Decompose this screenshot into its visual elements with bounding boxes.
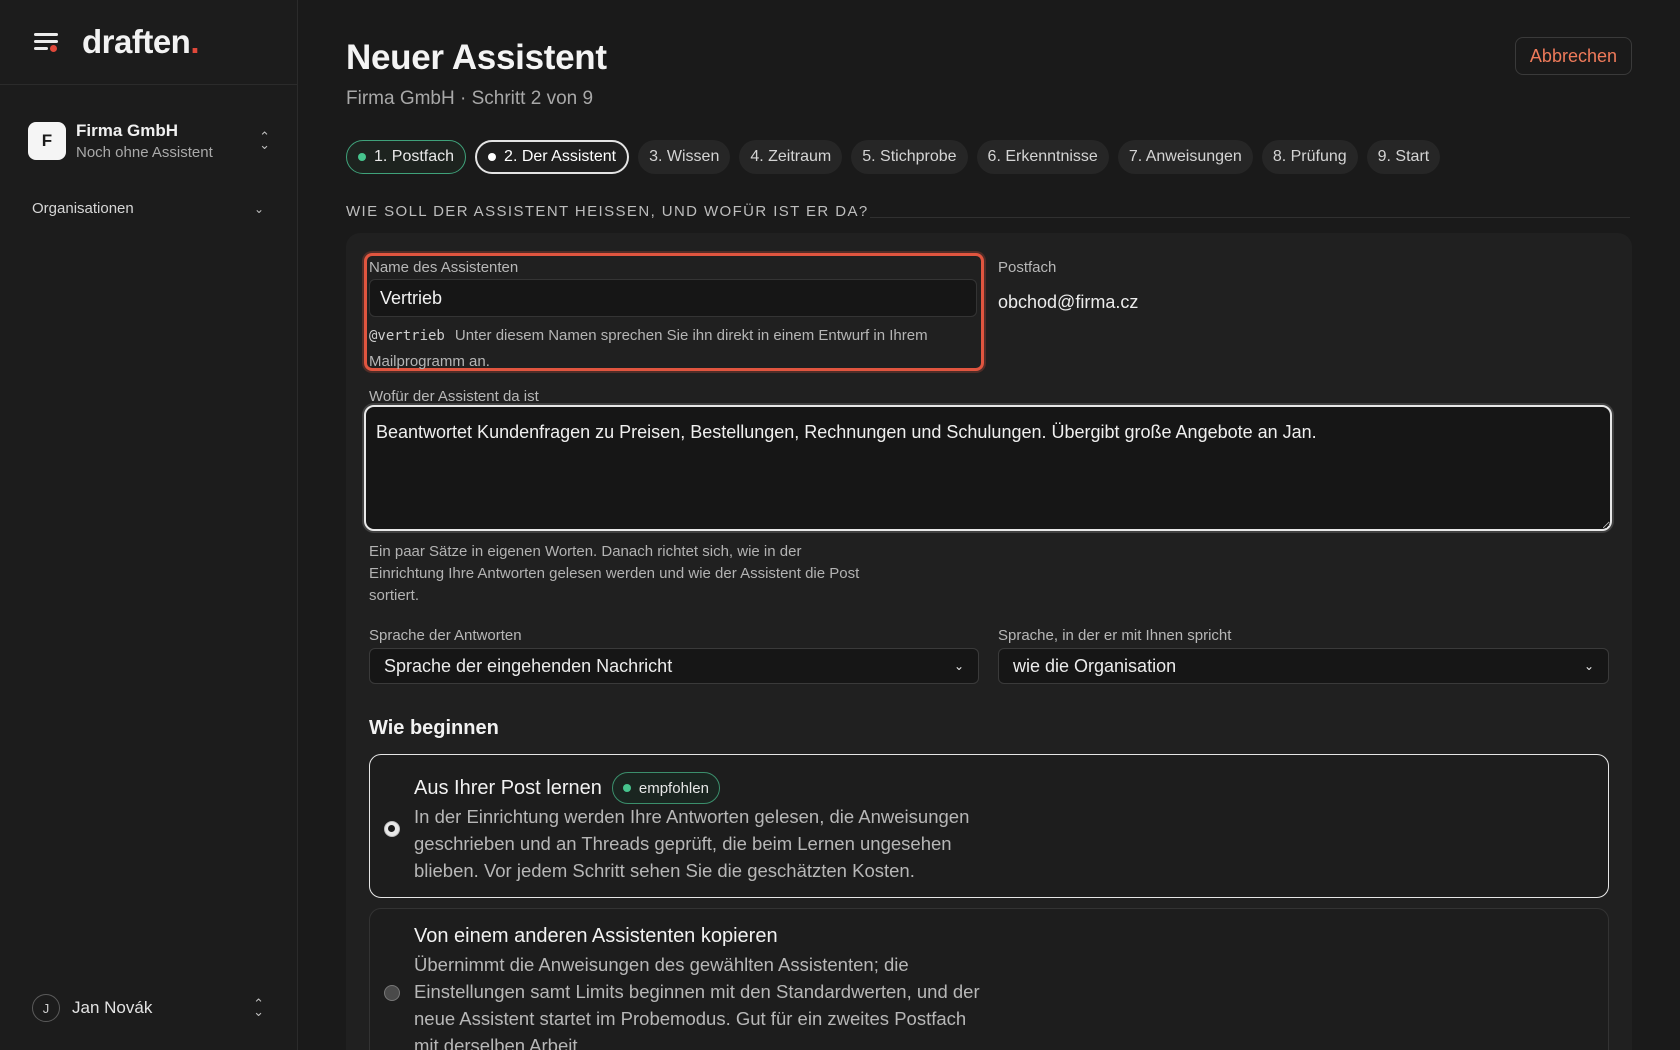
- page-subtitle: Firma GmbH · Schritt 2 von 9: [346, 88, 594, 109]
- user-name: Jan Novák: [72, 998, 153, 1017]
- purpose-textarea[interactable]: Beantwortet Kundenfragen zu Preisen, Bes…: [364, 405, 1612, 531]
- mailbox-value: obchod@firma.cz: [998, 292, 1139, 312]
- status-dot-icon: [358, 153, 366, 161]
- mailbox-label: Postfach: [998, 259, 1057, 276]
- option-title: Von einem anderen Assistenten kopieren: [414, 925, 778, 947]
- option-description: Übernimmt die Anweisungen des gewählten …: [414, 954, 980, 1050]
- reply-language-label: Sprache der Antworten: [369, 627, 522, 644]
- org-switcher[interactable]: F Firma GmbH Noch ohne Assistent ⌃ ⌄: [28, 118, 270, 164]
- radio-selected[interactable]: [384, 821, 400, 837]
- option-copy-assistant[interactable]: Von einem anderen Assistenten kopieren Ü…: [369, 908, 1609, 1050]
- org-subtitle: Noch ohne Assistent: [76, 144, 213, 161]
- chevron-up-down-icon: ⌃ ⌄: [253, 996, 264, 1019]
- chevron-down-icon: ⌄: [253, 201, 264, 216]
- step-erkenntnisse[interactable]: 6. Erkenntnisse: [976, 140, 1109, 174]
- step-pruefung[interactable]: 8. Prüfung: [1261, 140, 1358, 174]
- radio-unselected[interactable]: [384, 985, 400, 1001]
- chevron-down-icon: ⌄: [953, 659, 964, 673]
- reply-language-select[interactable]: Sprache der eingehenden Nachricht ⌄: [369, 648, 979, 684]
- talk-language-select[interactable]: wie die Organisation ⌄: [998, 648, 1609, 684]
- brand-row: draften.: [0, 0, 297, 85]
- option-description: In der Einrichtung werden Ihre Antworten…: [414, 806, 970, 881]
- step-start[interactable]: 9. Start: [1366, 140, 1441, 174]
- step-wissen[interactable]: 3. Wissen: [638, 140, 731, 174]
- step-zeitraum[interactable]: 4. Zeitraum: [739, 140, 843, 174]
- name-label: Name des Assistenten: [369, 259, 519, 276]
- name-hint-text: Unter diesem Namen sprechen Sie ihn dire…: [369, 327, 928, 370]
- org-name: Firma GmbH: [76, 121, 179, 140]
- chevron-up-down-icon: ⌃ ⌄: [259, 129, 270, 152]
- logo: draften.: [82, 23, 200, 60]
- step-anweisungen[interactable]: 7. Anweisungen: [1117, 140, 1253, 174]
- name-hint: @vertrieb Unter diesem Namen sprechen Sie…: [369, 323, 969, 374]
- start-heading: Wie beginnen: [369, 717, 499, 739]
- menu-icon[interactable]: [32, 30, 60, 54]
- user-menu[interactable]: J Jan Novák ⌃ ⌄: [32, 994, 264, 1022]
- nav-group-label: Organisationen: [32, 200, 134, 217]
- recommended-badge: empfohlen: [611, 772, 720, 804]
- main-content: Neuer Assistent Firma GmbH · Schritt 2 v…: [298, 0, 1680, 1050]
- cancel-button[interactable]: Abbrechen: [1514, 37, 1632, 75]
- divider: [870, 217, 1630, 218]
- status-dot-icon: [622, 784, 631, 792]
- talk-language-value: wie die Organisation: [1013, 655, 1177, 676]
- purpose-hint: Ein paar Sätze in eigenen Worten. Danach…: [369, 543, 860, 604]
- step-postfach[interactable]: 1. Postfach: [346, 140, 467, 174]
- status-dot-icon: [488, 153, 497, 161]
- org-avatar: F: [28, 122, 66, 160]
- purpose-label: Wofür der Assistent da ist: [369, 388, 539, 405]
- handle-text: @vertrieb: [369, 328, 445, 344]
- avatar: J: [32, 994, 60, 1022]
- step-stichprobe[interactable]: 5. Stichprobe: [851, 140, 968, 174]
- page-title: Neuer Assistent: [346, 38, 607, 77]
- nav-group-organisationen[interactable]: Organisationen ⌄: [32, 200, 264, 217]
- sidebar: draften. F Firma GmbH Noch ohne Assisten…: [0, 0, 298, 1050]
- section-heading: Wie soll der Assistent heißen, und wofür…: [346, 203, 869, 220]
- talk-language-label: Sprache, in der er mit Ihnen spricht: [998, 627, 1232, 644]
- step-nav: 1. Postfach 2. Der Assistent 3. Wissen 4…: [346, 140, 1441, 174]
- assistant-name-input[interactable]: [369, 279, 977, 317]
- reply-language-value: Sprache der eingehenden Nachricht: [384, 655, 673, 676]
- step-der-assistent[interactable]: 2. Der Assistent: [475, 140, 630, 174]
- option-learn-from-mail[interactable]: Aus Ihrer Post lernen empfohlen In der E…: [369, 754, 1609, 898]
- chevron-down-icon: ⌄: [1583, 659, 1594, 673]
- option-title: Aus Ihrer Post lernen: [414, 776, 602, 799]
